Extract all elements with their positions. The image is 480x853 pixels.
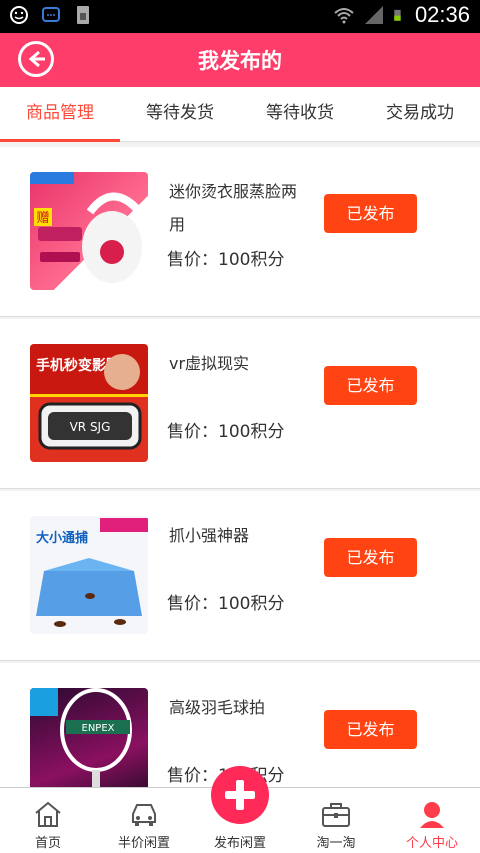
bottom-nav: 首页 半价闲置 发布闲置 淘一淘 个人中心 bbox=[0, 766, 480, 853]
nav-label: 首页 bbox=[34, 836, 61, 851]
person-icon bbox=[420, 802, 444, 828]
svg-text:赠: 赠 bbox=[36, 211, 49, 226]
signal-icon bbox=[364, 6, 383, 24]
nav-home[interactable]: 首页 bbox=[0, 788, 96, 853]
nav-publish[interactable]: 发布闲置 bbox=[192, 766, 288, 853]
status-icons-right: 02:36 bbox=[333, 2, 470, 28]
nav-label: 发布闲置 bbox=[213, 836, 266, 851]
sim-icon bbox=[77, 6, 89, 24]
status-time: 02:36 bbox=[414, 2, 470, 27]
published-button[interactable]: 已发布 bbox=[324, 538, 417, 577]
battery-icon bbox=[394, 9, 401, 21]
smiley-icon bbox=[10, 6, 28, 24]
vr-headset-image: 手机秒变影院 VR SJG bbox=[30, 344, 148, 450]
tab-awaiting-receipt[interactable]: 等待收货 bbox=[240, 87, 360, 141]
product-price: 售价：100积分 bbox=[167, 250, 285, 270]
tab-bar: 商品管理 等待发货 等待收货 交易成功 bbox=[0, 87, 480, 142]
steamer-image: 赠 bbox=[30, 172, 142, 283]
tab-awaiting-shipment[interactable]: 等待发货 bbox=[120, 87, 240, 141]
app-header: 我发布的 bbox=[0, 33, 480, 87]
product-name: 迷你烫衣服蒸脸两用 bbox=[169, 182, 298, 234]
product-price: 售价：100积分 bbox=[167, 594, 285, 614]
product-thumbnail: 赠 bbox=[30, 172, 148, 290]
product-thumbnail: 大小通捕 bbox=[30, 516, 148, 634]
published-button[interactable]: 已发布 bbox=[324, 194, 417, 233]
published-button[interactable]: 已发布 bbox=[324, 710, 417, 749]
car-icon bbox=[132, 804, 156, 826]
svg-text:ENPEX: ENPEX bbox=[82, 723, 115, 734]
nav-half-price[interactable]: 半价闲置 bbox=[96, 788, 192, 853]
tab-goods-management[interactable]: 商品管理 bbox=[0, 87, 120, 142]
svg-text:VR SJG: VR SJG bbox=[70, 420, 111, 434]
list-item[interactable]: 赠 迷你烫衣服蒸脸两用 售价：100积分 已发布 bbox=[0, 147, 480, 317]
wifi-icon bbox=[334, 8, 354, 24]
cockroach-trap-image: 大小通捕 bbox=[36, 518, 148, 627]
product-price: 售价：100积分 bbox=[167, 422, 285, 442]
product-name: vr虚拟现实 bbox=[169, 354, 250, 373]
product-name: 抓小强神器 bbox=[169, 526, 250, 545]
plus-icon[interactable] bbox=[211, 766, 269, 824]
product-thumbnail: 手机秒变影院 VR SJG bbox=[30, 344, 148, 462]
nav-label: 半价闲置 bbox=[117, 836, 170, 851]
chat-icon bbox=[42, 7, 60, 22]
list-item[interactable]: 大小通捕 抓小强神器 售价：100积分 已发布 bbox=[0, 491, 480, 661]
page-title: 我发布的 bbox=[198, 49, 282, 73]
status-bar: 02:36 bbox=[0, 0, 480, 33]
nav-label: 个人中心 bbox=[405, 836, 458, 851]
nav-browse[interactable]: 淘一淘 bbox=[288, 788, 384, 853]
status-icons-left bbox=[8, 4, 94, 26]
published-button[interactable]: 已发布 bbox=[324, 366, 417, 405]
briefcase-icon bbox=[322, 803, 350, 827]
nav-profile[interactable]: 个人中心 bbox=[384, 788, 480, 853]
nav-label: 淘一淘 bbox=[316, 836, 356, 851]
list-item[interactable]: 手机秒变影院 VR SJG vr虚拟现实 售价：100积分 已发布 bbox=[0, 319, 480, 489]
home-icon bbox=[35, 801, 61, 827]
product-name: 高级羽毛球拍 bbox=[169, 698, 266, 717]
tab-completed[interactable]: 交易成功 bbox=[360, 87, 480, 141]
svg-text:大小通捕: 大小通捕 bbox=[36, 530, 88, 546]
